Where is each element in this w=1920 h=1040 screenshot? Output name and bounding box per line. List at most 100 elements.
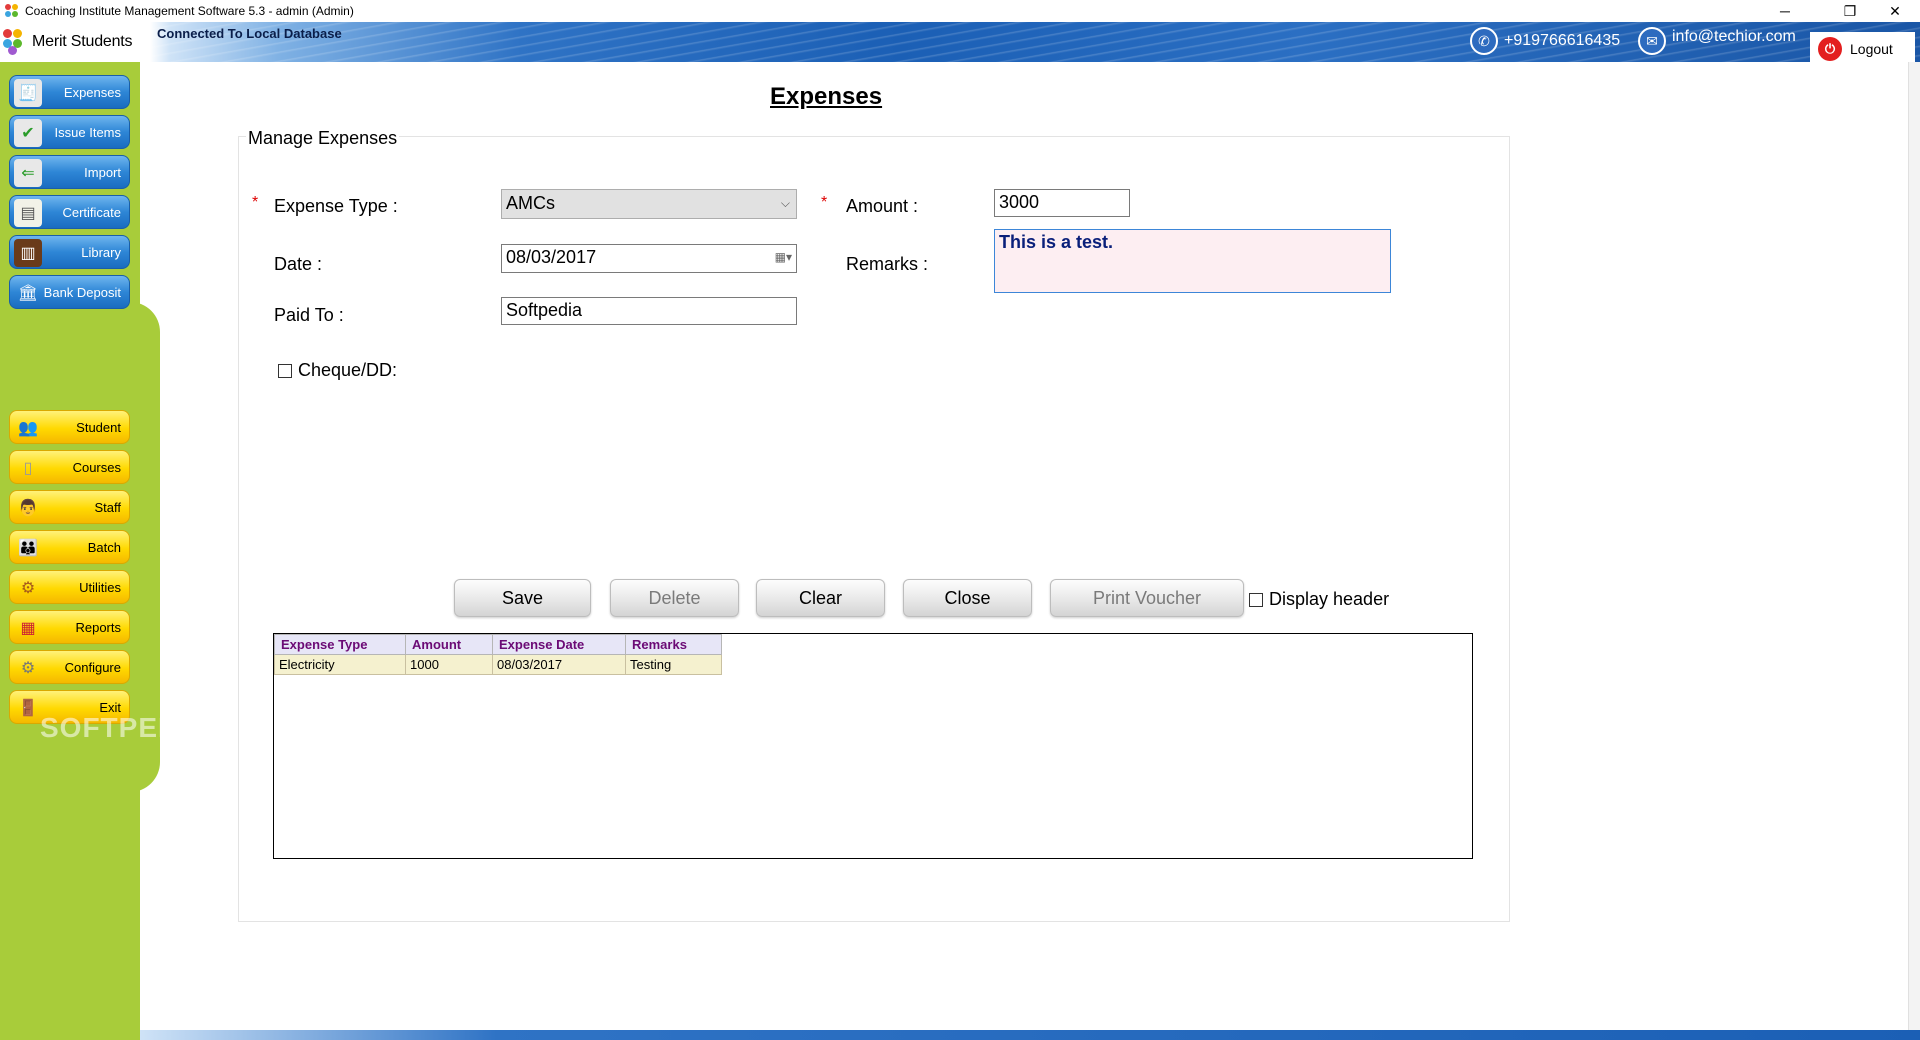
table-cell: 1000: [405, 654, 493, 675]
print-voucher-button[interactable]: Print Voucher: [1050, 579, 1244, 617]
phone-icon: ✆: [1470, 27, 1498, 55]
logout-button[interactable]: ⏻ Logout: [1810, 32, 1915, 66]
table-header-row: Expense Type Amount Expense Date Remarks: [274, 634, 722, 655]
expenses-grid[interactable]: Expense Type Amount Expense Date Remarks…: [273, 633, 1473, 859]
sidebar-item-import[interactable]: ⇐ Import: [9, 155, 130, 189]
sidebar-item-reports[interactable]: ▦ Reports: [9, 610, 130, 644]
paid-to-input[interactable]: Softpedia: [501, 297, 797, 325]
date-value: 08/03/2017: [506, 247, 597, 267]
sidebar-item-student[interactable]: 👥 Student: [9, 410, 130, 444]
app-icon: [5, 4, 19, 18]
window-title: Coaching Institute Management Software 5…: [25, 4, 354, 18]
sidebar-item-label: Batch: [87, 539, 121, 555]
students-icon: 👥: [18, 420, 38, 437]
minimize-button[interactable]: ─: [1762, 0, 1808, 22]
gear-icon: ⚙: [20, 660, 36, 677]
close-window-button[interactable]: ✕: [1872, 0, 1918, 22]
sidebar-item-bank-deposit[interactable]: 🏛 Bank Deposit: [9, 275, 130, 309]
amount-label: Amount :: [846, 196, 919, 216]
sidebar-item-label: Staff: [94, 499, 121, 515]
calendar-icon[interactable]: ▦▾: [775, 250, 792, 264]
date-picker[interactable]: 08/03/2017 ▦▾: [501, 244, 797, 273]
phone-number: +919766616435: [1504, 32, 1621, 49]
sidebar-item-label: Utilities: [79, 579, 121, 595]
bank-icon: 🏛: [17, 285, 39, 302]
watermark: SOFTPEDIA: [40, 712, 210, 743]
checkbox-icon: [1249, 593, 1263, 608]
clear-button[interactable]: Clear: [756, 579, 885, 617]
required-marker: *: [252, 194, 259, 211]
merit-logo-icon: [3, 29, 29, 55]
cheque-dd-label: Cheque/DD:: [298, 360, 398, 380]
sidebar-item-label: Certificate: [62, 204, 121, 220]
cheque-dd-checkbox[interactable]: Cheque/DD:: [278, 360, 397, 381]
restore-button[interactable]: ❐: [1827, 0, 1873, 22]
document-icon: ▯: [23, 460, 33, 477]
expense-type-select[interactable]: AMCs ⌵: [501, 189, 797, 219]
sidebar-item-label: Issue Items: [54, 124, 121, 140]
page-title: Expenses: [770, 83, 883, 110]
display-header-label: Display header: [1269, 589, 1390, 609]
checkbox-icon: [278, 364, 292, 379]
exit-door-icon: 🚪: [18, 700, 38, 717]
sidebar-item-label: Expenses: [63, 84, 121, 100]
display-header-checkbox[interactable]: Display header: [1249, 589, 1389, 610]
sidebar-item-label: Reports: [75, 619, 121, 635]
group-title: Manage Expenses: [246, 128, 400, 149]
sidebar-item-library[interactable]: ▥ Library: [9, 235, 130, 269]
sidebar-item-configure[interactable]: ⚙ Configure: [9, 650, 130, 684]
footer-banner: [140, 1030, 1920, 1040]
brand-name: Merit Students: [32, 33, 133, 50]
save-button[interactable]: Save: [454, 579, 591, 617]
sidebar-item-label: Import: [84, 164, 121, 180]
column-header-expense-type[interactable]: Expense Type: [274, 634, 406, 655]
vertical-scrollbar[interactable]: [1908, 62, 1920, 1030]
batch-icon: 👪: [18, 540, 38, 557]
brand: Merit Students: [0, 22, 140, 62]
header-banner: Connected To Local Database ✆ +919766616…: [0, 22, 1920, 62]
sidebar-item-certificate[interactable]: ▤ Certificate: [9, 195, 130, 229]
connection-status: Connected To Local Database: [157, 26, 342, 41]
sidebar: Merit Students 🧾 Expenses ✔ Issue Items …: [0, 22, 208, 1040]
expense-type-value: AMCs: [506, 193, 555, 213]
phone-contact: ✆ +919766616435: [1470, 27, 1620, 55]
expense-type-label: Expense Type :: [274, 196, 398, 216]
staff-icon: 👨: [18, 500, 38, 517]
logout-label: Logout: [1850, 41, 1893, 57]
remarks-label: Remarks :: [846, 254, 929, 274]
required-marker: *: [821, 194, 828, 211]
table-cell: Electricity: [274, 654, 406, 675]
table-cell: 08/03/2017: [492, 654, 626, 675]
amount-input[interactable]: 3000: [994, 189, 1130, 217]
column-header-amount[interactable]: Amount: [405, 634, 493, 655]
sidebar-item-issue-items[interactable]: ✔ Issue Items: [9, 115, 130, 149]
close-button[interactable]: Close: [903, 579, 1032, 617]
expenses-table: Expense Type Amount Expense Date Remarks…: [274, 634, 722, 675]
sidebar-item-courses[interactable]: ▯ Courses: [9, 450, 130, 484]
chevron-down-icon: ⌵: [780, 196, 790, 210]
certificate-icon: ▤: [14, 199, 42, 227]
sidebar-item-expenses[interactable]: 🧾 Expenses: [9, 75, 130, 109]
reports-icon: ▦: [20, 620, 36, 637]
title-bar: Coaching Institute Management Software 5…: [0, 0, 1920, 22]
column-header-remarks[interactable]: Remarks: [625, 634, 722, 655]
books-icon: ▥: [14, 239, 42, 267]
remarks-textarea[interactable]: This is a test.: [994, 229, 1391, 293]
paid-to-label: Paid To :: [274, 305, 344, 325]
column-header-expense-date[interactable]: Expense Date: [492, 634, 626, 655]
sidebar-item-batch[interactable]: 👪 Batch: [9, 530, 130, 564]
envelope-icon: ✉: [1638, 27, 1666, 55]
sidebar-item-staff[interactable]: 👨 Staff: [9, 490, 130, 524]
receipt-icon: 🧾: [14, 79, 42, 107]
import-icon: ⇐: [14, 159, 42, 187]
delete-button[interactable]: Delete: [610, 579, 739, 617]
sidebar-item-label: Student: [76, 419, 121, 435]
power-icon: ⏻: [1818, 37, 1842, 61]
sidebar-item-label: Courses: [72, 459, 121, 475]
email-contact: ✉ info@techior.com: [1638, 27, 1796, 55]
sidebar-item-utilities[interactable]: ⚙ Utilities: [9, 570, 130, 604]
sidebar-item-label: Library: [81, 244, 121, 260]
sidebar-item-label: Configure: [64, 659, 121, 675]
utilities-icon: ⚙: [20, 580, 36, 597]
table-row[interactable]: Electricity 1000 08/03/2017 Testing: [274, 654, 722, 675]
